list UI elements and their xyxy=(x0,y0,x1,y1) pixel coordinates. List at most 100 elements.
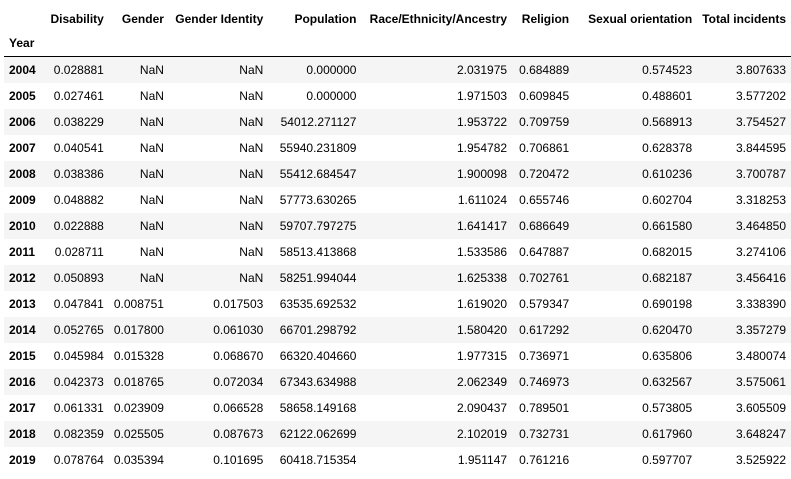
table-cell: 62122.062699 xyxy=(279,426,357,441)
table-cell: NaN xyxy=(239,270,264,285)
table-cell: 2.090437 xyxy=(456,400,508,415)
table-cell: 1.611024 xyxy=(457,192,508,207)
table-cell: 3.456416 xyxy=(735,270,786,285)
table-cell: 0.028881 xyxy=(53,62,104,77)
table-cell: NaN xyxy=(239,114,264,129)
empty-header-cell xyxy=(512,30,575,57)
row-index-year: 2014 xyxy=(9,322,36,337)
table-row: 2012 0.050893 NaN NaN 58251.994044 1.625338 0.… xyxy=(4,264,791,291)
table-body: 2004 0.028881 NaN NaN 0.000000 2.031975 0.6848… xyxy=(4,56,791,473)
table-cell: 67343.634988 xyxy=(279,374,357,389)
table-cell: 1.953722 xyxy=(456,114,508,129)
table-cell: 1.977315 xyxy=(456,348,508,363)
table-cell: 55940.231809 xyxy=(279,140,357,155)
table-cell: 0.000000 xyxy=(306,62,357,77)
table-cell: 0.061331 xyxy=(53,400,104,415)
table-cell: 3.807633 xyxy=(735,62,786,77)
table-cell: 58658.149168 xyxy=(279,400,357,415)
table-cell: 0.709759 xyxy=(519,114,570,129)
table-cell: 0.068670 xyxy=(213,348,264,363)
empty-header-cell xyxy=(108,30,169,57)
table-row: 2016 0.042373 0.018765 0.072034 67343.634988… xyxy=(4,368,791,395)
table-cell: 3.575061 xyxy=(735,374,786,389)
table-cell: 0.015328 xyxy=(113,348,164,363)
table-cell: 0.072034 xyxy=(213,374,264,389)
table-cell: NaN xyxy=(139,62,164,77)
table-cell: 60418.715354 xyxy=(279,452,357,467)
table-cell: 0.647887 xyxy=(519,244,570,259)
dataframe-output: Disability Gender Gender Identity Popula… xyxy=(0,0,791,473)
dataframe-table: Disability Gender Gender Identity Popula… xyxy=(4,8,791,473)
table-cell: 0.101695 xyxy=(213,452,264,467)
row-index-year: 2011 xyxy=(9,244,36,259)
table-cell: 3.754527 xyxy=(735,114,786,129)
table-cell: 0.082359 xyxy=(53,426,104,441)
table-cell: 0.022888 xyxy=(53,218,104,233)
table-cell: 3.318253 xyxy=(735,192,786,207)
table-cell: 1.533586 xyxy=(456,244,508,259)
table-row: 2007 0.040541 NaN NaN 55940.231809 1.954782 0.… xyxy=(4,135,791,161)
table-cell: 0.684889 xyxy=(519,62,570,77)
table-cell: 0.048882 xyxy=(53,192,104,207)
table-cell: 0.573805 xyxy=(642,400,693,415)
table-cell: 54012.271127 xyxy=(280,114,357,129)
table-cell: 1.619020 xyxy=(456,296,508,311)
table-header: Disability Gender Gender Identity Popula… xyxy=(4,8,791,57)
table-row: 2011 0.028711 NaN NaN 58513.413868 1.533586 0.… xyxy=(4,239,791,265)
row-index-year: 2019 xyxy=(9,452,36,467)
table-cell: 2.031975 xyxy=(456,62,508,77)
empty-header-cell xyxy=(361,30,513,57)
table-cell: 0.038229 xyxy=(53,114,104,129)
table-cell: 1.954782 xyxy=(456,140,508,155)
table-cell: 0.635806 xyxy=(642,348,693,363)
table-cell: 57773.630265 xyxy=(279,192,357,207)
table-cell: NaN xyxy=(239,244,264,259)
table-cell: 0.620470 xyxy=(642,322,693,337)
table-cell: 0.686649 xyxy=(519,218,570,233)
table-cell: 3.480074 xyxy=(735,348,786,363)
table-cell: 3.648247 xyxy=(735,426,786,441)
row-index-year: 2017 xyxy=(9,400,36,415)
table-cell: NaN xyxy=(239,218,264,233)
table-cell: 0.017503 xyxy=(213,296,264,311)
row-index-year: 2009 xyxy=(9,192,36,207)
table-cell: 58251.994044 xyxy=(279,270,357,285)
table-cell: 0.035394 xyxy=(113,452,164,467)
table-cell: 3.274106 xyxy=(735,244,786,259)
table-cell: NaN xyxy=(139,140,164,155)
table-cell: NaN xyxy=(239,192,264,207)
table-cell: 0.066528 xyxy=(213,400,264,415)
table-cell: 0.000000 xyxy=(306,88,357,103)
table-cell: 3.844595 xyxy=(735,140,786,155)
table-cell: 0.617960 xyxy=(642,426,693,441)
index-name: Year xyxy=(4,30,43,57)
table-cell: 0.042373 xyxy=(53,374,104,389)
table-cell: 0.610236 xyxy=(642,166,693,181)
table-cell: NaN xyxy=(239,62,264,77)
table-cell: 3.700787 xyxy=(735,166,786,181)
column-header: Gender xyxy=(121,12,164,26)
table-cell: 0.028711 xyxy=(54,244,104,259)
table-cell: 1.951147 xyxy=(457,452,508,467)
table-row: 2013 0.047841 0.008751 0.017503 63535.692532… xyxy=(4,291,791,317)
table-cell: 0.789501 xyxy=(519,400,570,415)
table-cell: 0.628378 xyxy=(642,140,693,155)
table-row: 2009 0.048882 NaN NaN 57773.630265 1.611024 0.… xyxy=(4,187,791,213)
table-cell: 0.052765 xyxy=(53,322,104,337)
index-name-row: Year xyxy=(4,30,791,57)
table-cell: 66320.404660 xyxy=(279,348,357,363)
table-row: 2014 0.052765 0.017800 0.061030 66701.298792… xyxy=(4,316,791,343)
table-cell: 0.702761 xyxy=(519,270,570,285)
table-cell: 0.045984 xyxy=(53,348,104,363)
column-header: Gender Identity xyxy=(175,12,264,26)
table-cell: NaN xyxy=(139,166,164,181)
column-header: Population xyxy=(294,12,357,26)
table-cell: 0.078764 xyxy=(53,452,104,467)
table-cell: 63535.692532 xyxy=(279,296,357,311)
table-cell: 0.047841 xyxy=(53,296,104,311)
empty-header-cell xyxy=(168,30,269,57)
table-cell: NaN xyxy=(139,218,164,233)
table-cell: 0.597707 xyxy=(642,452,693,467)
table-cell: 0.488601 xyxy=(642,88,693,103)
row-index-year: 2006 xyxy=(9,114,36,129)
